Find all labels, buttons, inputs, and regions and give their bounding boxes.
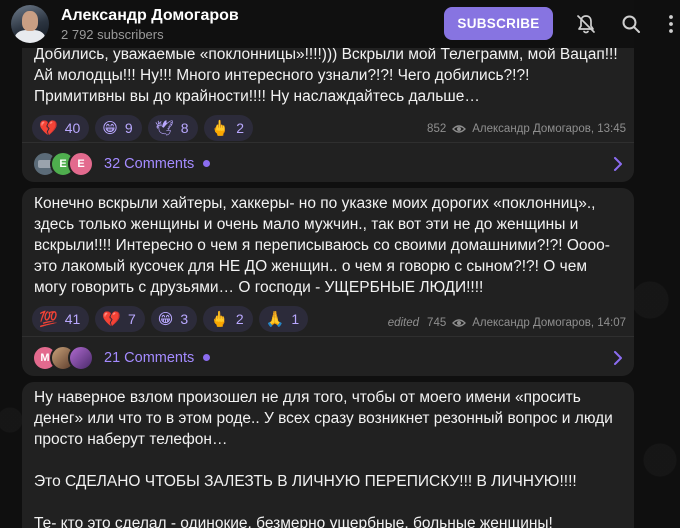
grin-emoji: 😁 [157,310,174,328]
reaction-grin[interactable]: 😁 3 [150,306,198,332]
avatar [68,344,94,371]
reaction-count: 2 [235,311,244,327]
avatar-shirt [15,30,45,43]
channel-post: Конечно вскрыли хайтеры, хаккеры- но по … [22,188,634,376]
reaction-broken-heart[interactable]: 💔 40 [32,115,90,141]
reaction-pray[interactable]: 🙏 1 [258,306,309,332]
avatar-face [22,11,38,31]
reaction-grin[interactable]: 😁 9 [95,115,142,141]
avatar: E [68,150,94,177]
unread-dot [203,354,211,361]
post-text: Конечно вскрыли хайтеры, хаккеры- но по … [34,195,610,296]
broken-heart-emoji: 💔 [102,310,121,328]
reaction-count: 40 [64,120,81,136]
eye-icon [452,319,467,327]
view-count: 745 [427,317,447,329]
post-author-time: Александр Домогаров, 13:45 [472,123,626,135]
bell-off-icon[interactable] [575,13,597,35]
reaction-count: 2 [236,120,245,136]
reaction-broken-heart[interactable]: 💔 7 [95,306,145,332]
eye-icon [452,125,467,133]
more-vertical-icon[interactable] [660,13,680,35]
unread-dot [203,160,211,167]
post-meta: 852 Александр Домогаров, 13:45 [427,123,626,135]
comments-count-label: 21 Comments [104,349,195,366]
dove-emoji: 🕊 [154,119,174,137]
hundred-emoji: 💯 [39,310,58,328]
commenter-avatars: M [32,344,94,371]
reaction-dove[interactable]: 🕊 8 [147,115,198,141]
channel-avatar[interactable] [11,5,49,43]
reaction-count: 8 [180,120,189,136]
reaction-count: 7 [127,311,136,327]
reaction-count: 41 [64,311,81,327]
reaction-count: 9 [124,120,133,136]
comments-count-label: 32 Comments [104,155,195,172]
channel-header: Александр Домогаров 2 792 subscribers SU… [0,0,680,48]
reaction-finger[interactable]: 🖕 2 [203,115,254,141]
channel-title: Александр Домогаров [61,6,239,24]
reaction-count: 1 [291,311,300,327]
grin-emoji: 😁 [102,119,118,137]
channel-info[interactable]: Александр Домогаров 2 792 subscribers [61,6,239,43]
search-icon[interactable] [620,13,642,35]
post-text: Ну наверное взлом произошел не для того,… [34,389,613,528]
comments-button[interactable]: E E 32 Comments [22,142,634,182]
pray-emoji: 🙏 [265,310,285,328]
chevron-right-icon [614,156,622,171]
reaction-finger[interactable]: 🖕 2 [203,306,253,332]
comments-button[interactable]: M 21 Comments [22,336,634,376]
finger-emoji: 🖕 [210,310,229,328]
commenter-avatars: E E [32,150,94,177]
view-count: 852 [427,123,447,135]
reaction-hundred[interactable]: 💯 41 [32,306,90,332]
post-meta: edited 745 Александр Домогаров, 14:07 [388,317,626,329]
edited-label: edited [387,317,420,329]
post-author-time: Александр Домогаров, 14:07 [472,317,626,329]
finger-emoji: 🖕 [210,119,230,137]
message-feed: Добились, уважаемые «поклонницы»!!!!))) … [0,0,680,528]
broken-heart-emoji: 💔 [39,119,58,137]
subscribe-button[interactable]: SUBSCRIBE [444,7,553,40]
reaction-count: 3 [180,311,189,327]
chevron-right-icon [614,350,622,365]
channel-post: Ну наверное взлом произошел не для того,… [22,382,634,528]
subscriber-count: 2 792 subscribers [61,26,164,42]
